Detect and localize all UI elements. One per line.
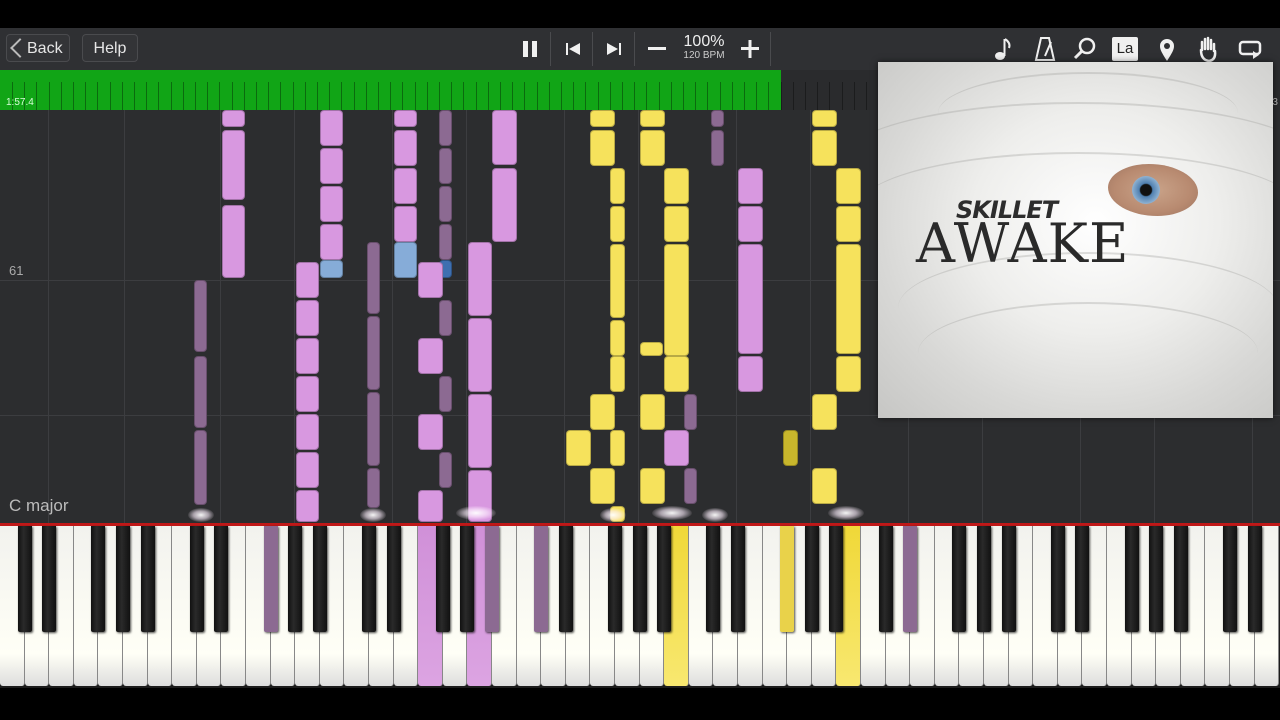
black-key[interactable]: [485, 526, 499, 632]
black-key[interactable]: [1050, 526, 1065, 632]
black-key[interactable]: [435, 526, 450, 632]
black-key[interactable]: [1124, 526, 1139, 632]
album-title: AWAKE: [916, 212, 1130, 275]
magnifier-icon[interactable]: [1070, 34, 1100, 64]
loop-icon[interactable]: [1235, 34, 1265, 64]
black-key[interactable]: [780, 526, 795, 632]
black-key[interactable]: [952, 526, 967, 632]
black-key[interactable]: [632, 526, 647, 632]
black-key[interactable]: [140, 526, 155, 632]
black-key[interactable]: [263, 526, 278, 632]
black-key[interactable]: [1149, 526, 1164, 632]
black-key[interactable]: [116, 526, 130, 632]
black-key[interactable]: [1173, 526, 1188, 632]
tempo-percent: 100%: [683, 33, 725, 50]
metronome-icon[interactable]: [1030, 34, 1060, 64]
black-key[interactable]: [214, 526, 229, 632]
black-key[interactable]: [17, 526, 32, 632]
minus-icon[interactable]: [642, 34, 672, 64]
pitch-label: 61: [9, 263, 24, 278]
black-key[interactable]: [903, 526, 918, 632]
black-key[interactable]: [460, 526, 475, 632]
plus-icon[interactable]: [735, 34, 765, 64]
black-key[interactable]: [1001, 526, 1016, 632]
black-key[interactable]: [558, 526, 573, 632]
black-key[interactable]: [706, 526, 721, 632]
black-key[interactable]: [1247, 526, 1262, 632]
black-key[interactable]: [386, 526, 401, 632]
back-button[interactable]: Back: [6, 34, 70, 62]
black-key[interactable]: [42, 526, 57, 632]
black-key[interactable]: [534, 526, 549, 632]
black-key[interactable]: [608, 526, 622, 632]
black-key[interactable]: [878, 526, 893, 632]
hand-icon[interactable]: [1193, 34, 1223, 64]
black-key[interactable]: [362, 526, 376, 632]
tempo-display: 100% 120 BPM: [676, 34, 732, 62]
black-key[interactable]: [731, 526, 745, 632]
black-key[interactable]: [189, 526, 204, 632]
black-key[interactable]: [312, 526, 327, 632]
black-key[interactable]: [977, 526, 991, 632]
black-key[interactable]: [1075, 526, 1090, 632]
black-key[interactable]: [1223, 526, 1237, 632]
tempo-bpm: 120 BPM: [683, 50, 725, 61]
album-cover: SKILLET AWAKE: [878, 62, 1273, 418]
piano-keyboard: [0, 526, 1280, 688]
key-signature: C major: [9, 496, 69, 515]
black-key[interactable]: [657, 526, 672, 632]
black-key[interactable]: [91, 526, 106, 632]
black-key[interactable]: [829, 526, 844, 632]
location-pin-icon[interactable]: [1152, 34, 1182, 64]
pause-icon[interactable]: [515, 34, 545, 64]
help-button[interactable]: Help: [82, 34, 138, 62]
skip-back-icon[interactable]: [558, 34, 588, 64]
note-icon[interactable]: [988, 34, 1018, 64]
elapsed-time: 1:57.4: [6, 97, 34, 108]
la-icon[interactable]: La: [1112, 37, 1138, 61]
black-key[interactable]: [288, 526, 303, 632]
black-key[interactable]: [804, 526, 819, 632]
skip-forward-icon[interactable]: [599, 34, 629, 64]
